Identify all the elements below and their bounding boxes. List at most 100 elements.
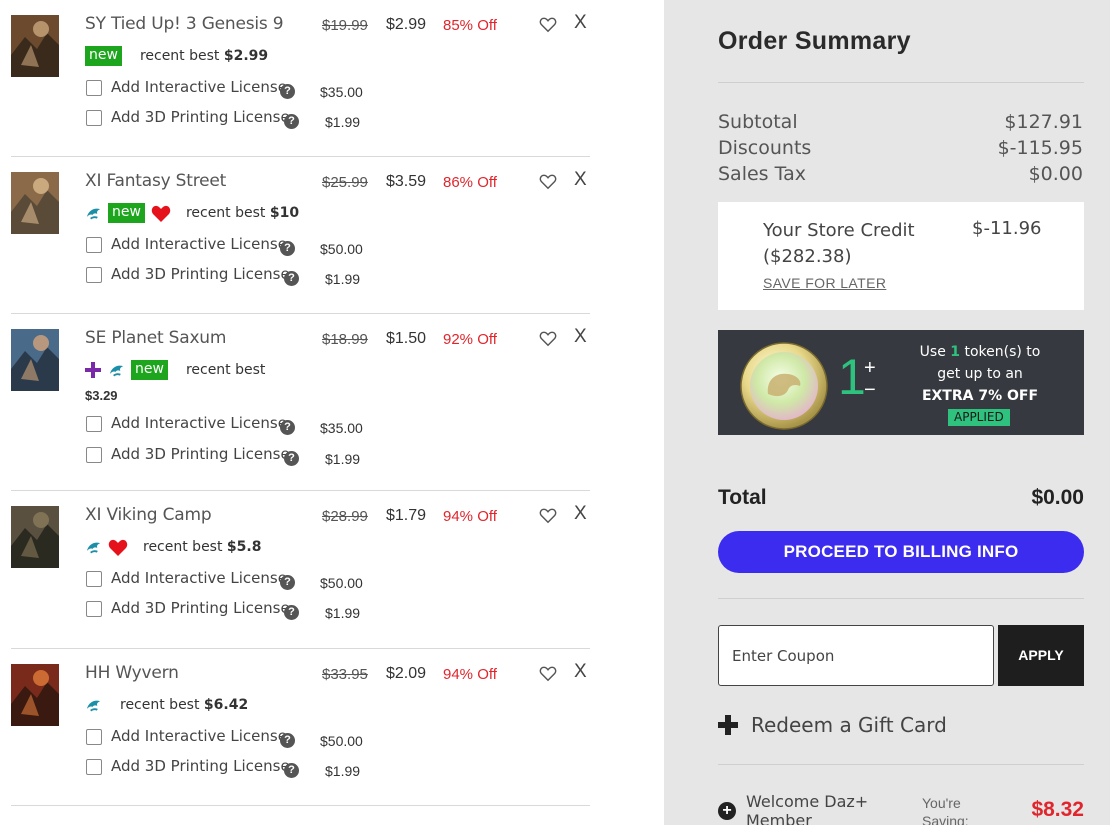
discounts-row: Discounts $-115.95 [718, 137, 1083, 159]
product-name[interactable]: XI Fantasy Street [85, 171, 226, 191]
printing-license-checkbox[interactable] [86, 759, 102, 775]
recent-best-value: $3.29 [85, 388, 118, 403]
product-thumbnail[interactable] [11, 15, 59, 77]
help-icon[interactable]: ? [284, 271, 299, 286]
product-thumbnail[interactable] [11, 664, 59, 726]
license-price: $1.99 [325, 605, 361, 621]
wishlist-heart-icon[interactable] [539, 508, 557, 524]
divider [718, 764, 1084, 765]
new-badge: new [85, 46, 122, 66]
subtotal-value: $127.91 [1004, 111, 1083, 133]
interactive-license-checkbox[interactable] [86, 571, 102, 587]
license-label: Add 3D Printing License [111, 108, 290, 126]
subtotal-row: Subtotal $127.91 [718, 111, 1083, 133]
recent-best-value: $5.8 [226, 539, 262, 555]
interactive-license-checkbox[interactable] [86, 416, 102, 432]
product-badges: recent best $5.8 [85, 535, 261, 559]
interactive-license-checkbox[interactable] [86, 80, 102, 96]
product-name[interactable]: XI Viking Camp [85, 505, 212, 525]
coupon-input[interactable] [718, 625, 994, 686]
original-price: $28.99 [322, 508, 368, 525]
wishlist-heart-icon[interactable] [539, 331, 557, 347]
help-icon[interactable]: ? [284, 451, 299, 466]
dolphin-icon [85, 539, 104, 556]
product-thumbnail[interactable] [11, 172, 59, 234]
product-name[interactable]: HH Wyvern [85, 663, 179, 683]
printing-license-checkbox[interactable] [86, 267, 102, 283]
license-option: Add 3D Printing License ? $1.99 [85, 265, 375, 287]
proceed-to-billing-button[interactable]: PROCEED TO BILLING INFO [718, 531, 1084, 573]
printing-license-checkbox[interactable] [86, 447, 102, 463]
member-label: Welcome Daz+ Member [746, 792, 869, 825]
recent-best: recent best $10 [186, 205, 299, 221]
recent-best-label: recent best [120, 697, 200, 713]
order-summary-title: Order Summary [718, 27, 911, 55]
license-price: $1.99 [325, 763, 361, 779]
sales-tax-value: $0.00 [1028, 163, 1083, 185]
wishlist-heart-icon[interactable] [539, 17, 557, 33]
printing-license-checkbox[interactable] [86, 601, 102, 617]
daz-plus-member-row: + Welcome Daz+ Member You're Saving: $8.… [718, 792, 1084, 825]
remove-item-button[interactable]: X [574, 661, 587, 683]
recent-best: recent best [186, 362, 265, 378]
help-icon[interactable]: ? [284, 763, 299, 778]
product-name[interactable]: SE Planet Saxum [85, 328, 226, 348]
remove-item-button[interactable]: X [574, 169, 587, 191]
discount-percent: 86% Off [443, 174, 497, 191]
help-icon[interactable]: ? [280, 575, 295, 590]
help-icon[interactable]: ? [280, 241, 295, 256]
cart-item: SE Planet Saxum $18.99 $1.50 92% Off X n… [11, 314, 590, 491]
apply-coupon-button[interactable]: APPLY [998, 625, 1084, 686]
remove-item-button[interactable]: X [574, 503, 587, 525]
remove-item-button[interactable]: X [574, 12, 587, 34]
license-label: Add 3D Printing License [111, 599, 290, 617]
license-option: Add Interactive License ? $50.00 [85, 235, 375, 257]
help-icon[interactable]: ? [280, 84, 295, 99]
sales-tax-row: Sales Tax $0.00 [718, 163, 1083, 185]
recent-best: recent best $2.99 [140, 48, 268, 64]
token-increase-button[interactable]: + [864, 357, 876, 380]
discounts-label: Discounts [718, 137, 812, 159]
license-label: Add Interactive License [111, 78, 287, 96]
discount-percent: 94% Off [443, 508, 497, 525]
sales-tax-label: Sales Tax [718, 163, 806, 185]
cart-item: XI Viking Camp $28.99 $1.79 94% Off X re… [11, 491, 590, 649]
help-icon[interactable]: ? [284, 114, 299, 129]
license-option: Add Interactive License ? $35.00 [85, 414, 375, 436]
token-decrease-button[interactable]: − [864, 379, 876, 402]
original-price: $19.99 [322, 17, 368, 34]
help-icon[interactable]: ? [280, 420, 295, 435]
save-for-later-link[interactable]: SAVE FOR LATER [763, 275, 886, 291]
saving-label: You're Saving: [922, 795, 969, 825]
product-thumbnail[interactable] [11, 329, 59, 391]
recent-best-value: $2.99 [223, 48, 269, 64]
token-text-pre: Use [919, 344, 946, 360]
cart-item: HH Wyvern $33.95 $2.09 94% Off X recent … [11, 649, 590, 806]
interactive-license-checkbox[interactable] [86, 729, 102, 745]
product-name[interactable]: SY Tied Up! 3 Genesis 9 [85, 14, 284, 34]
license-price: $50.00 [320, 733, 363, 749]
daz-coin-icon [740, 342, 828, 430]
remove-item-button[interactable]: X [574, 326, 587, 348]
wishlist-heart-icon[interactable] [539, 174, 557, 190]
discount-percent: 94% Off [443, 666, 497, 683]
store-credit-value: $-11.96 [972, 218, 1042, 239]
license-option: Add 3D Printing License ? $1.99 [85, 599, 375, 621]
license-label: Add Interactive License [111, 235, 287, 253]
recent-best: recent best $5.8 [143, 539, 261, 555]
product-badges: new recent best $10 [85, 201, 299, 225]
wishlist-heart-icon[interactable] [539, 666, 557, 682]
recent-best-label: recent best [185, 205, 266, 221]
printing-license-checkbox[interactable] [86, 110, 102, 126]
license-option: Add Interactive License ? $50.00 [85, 569, 375, 591]
new-badge: new [108, 203, 145, 223]
help-icon[interactable]: ? [284, 605, 299, 620]
cart-list: SY Tied Up! 3 Genesis 9 $19.99 $2.99 85%… [0, 0, 664, 825]
interactive-license-checkbox[interactable] [86, 237, 102, 253]
expand-plus-icon[interactable]: + [718, 802, 736, 820]
help-icon[interactable]: ? [280, 733, 295, 748]
product-thumbnail[interactable] [11, 506, 59, 568]
product-badges: recent best $6.42 [85, 693, 248, 717]
sale-price: $2.09 [386, 665, 427, 682]
product-badges: new recent best [85, 358, 265, 382]
